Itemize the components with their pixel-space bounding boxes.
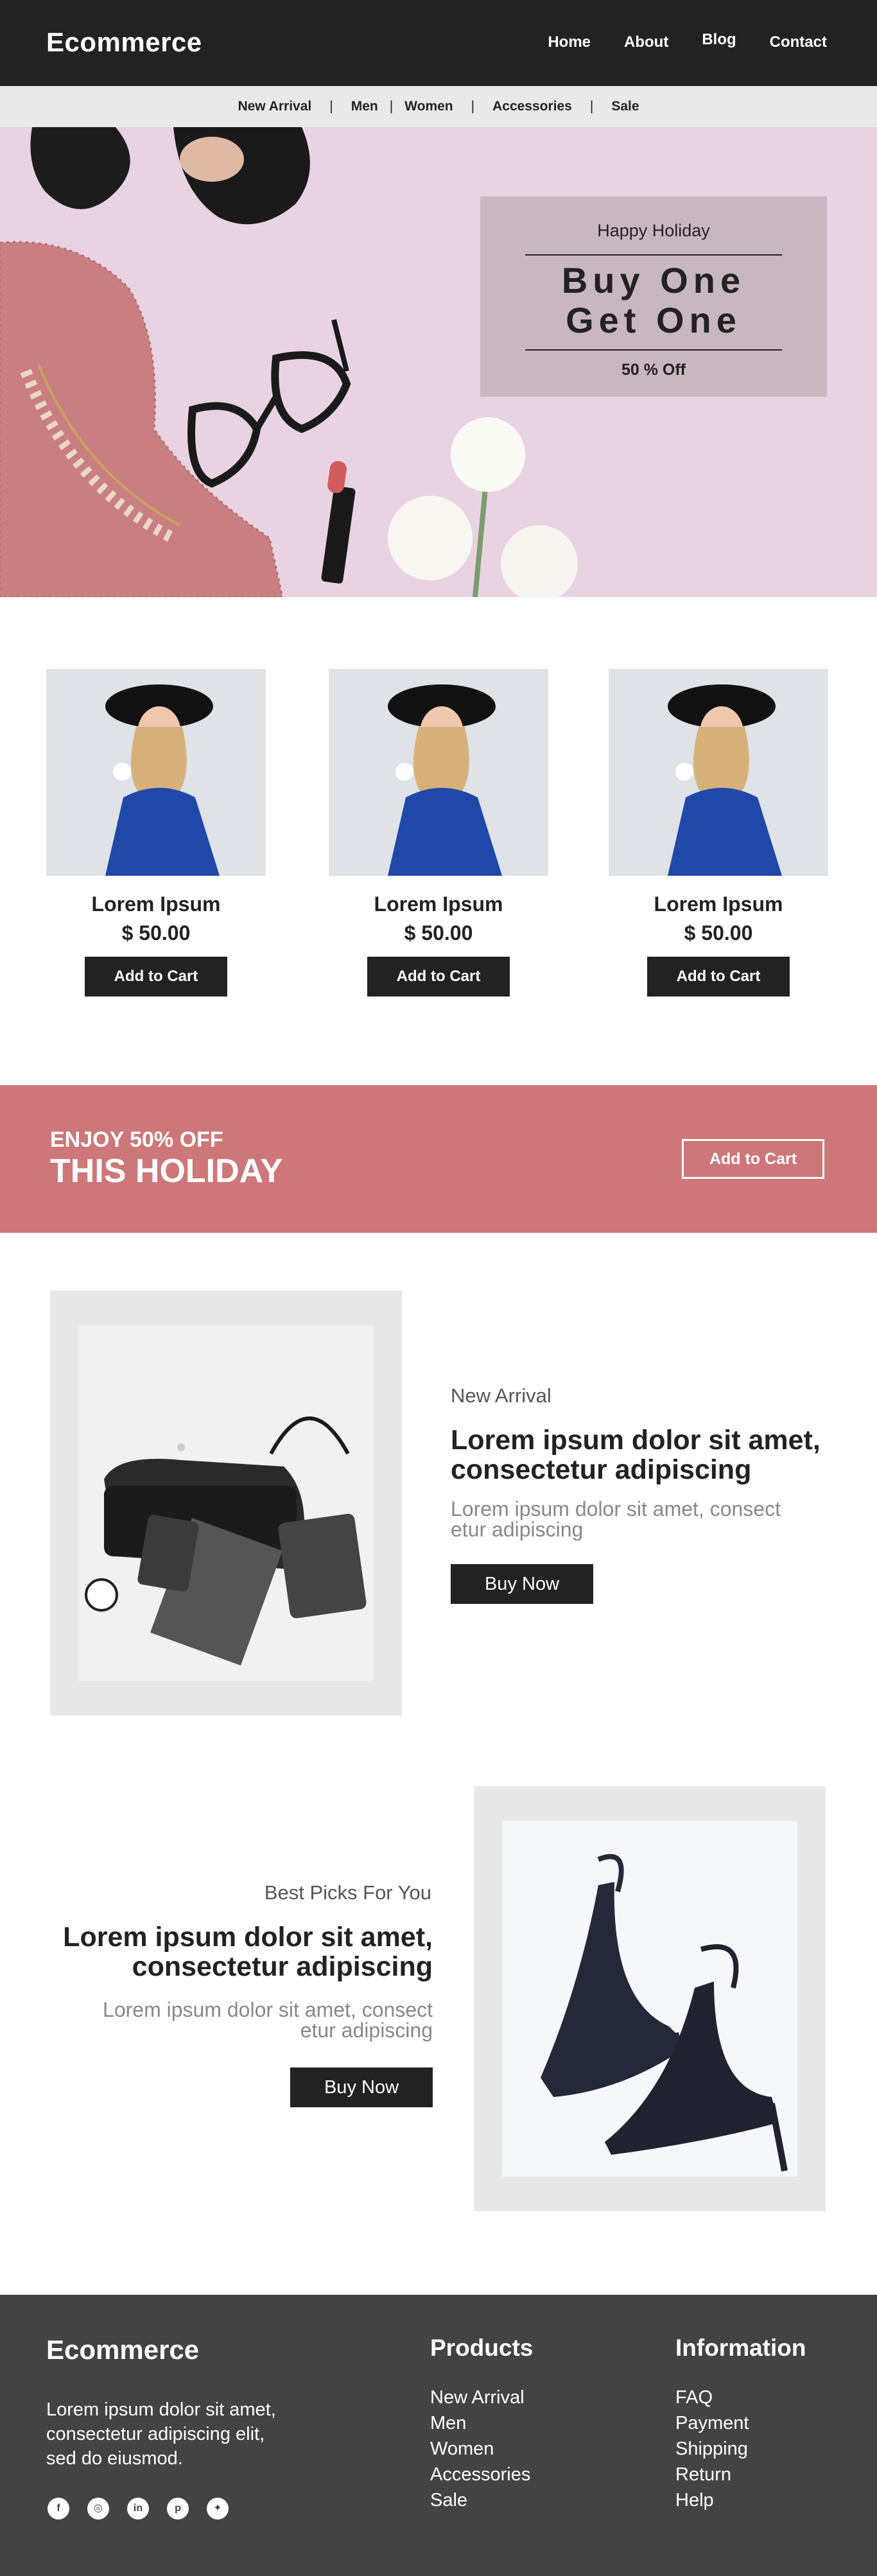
product-name: Lorem Ipsum bbox=[91, 892, 221, 916]
footer-products-column: Products New Arrival Men Women Accessori… bbox=[430, 2335, 533, 2513]
banner-add-to-cart-button[interactable]: Add to Cart bbox=[682, 1139, 824, 1179]
bag-image[interactable] bbox=[78, 1325, 374, 1681]
add-to-cart-button[interactable]: Add to Cart bbox=[647, 957, 790, 996]
pinterest-icon[interactable]: p bbox=[167, 2498, 189, 2519]
twitter-icon[interactable]: ✦ bbox=[207, 2498, 229, 2519]
holiday-promo-box: Happy Holiday Buy One Get One 50 % Off bbox=[480, 196, 827, 397]
category-separator: | bbox=[329, 99, 333, 114]
footer-link-new-arrival[interactable]: New Arrival bbox=[430, 2385, 533, 2410]
feature-description-line-1: Lorem ipsum dolor sit amet, consect bbox=[451, 1497, 781, 1520]
footer-link-accessories[interactable]: Accessories bbox=[430, 2462, 533, 2487]
feature-new-arrival: New Arrival Lorem ipsum dolor sit amet, … bbox=[0, 1291, 877, 1716]
main-nav: Home About Blog Contact bbox=[514, 31, 827, 51]
holiday-sale-banner: ENJOY 50% OFF THIS HOLIDAY Add to Cart bbox=[0, 1085, 877, 1233]
category-new-arrival[interactable]: New Arrival bbox=[238, 99, 311, 114]
instagram-icon[interactable]: ◎ bbox=[87, 2498, 109, 2519]
site-header: Ecommerce Home About Blog Contact bbox=[0, 0, 877, 86]
feature-description-line-2: etur adipiscing bbox=[300, 2019, 433, 2042]
category-separator: | bbox=[389, 99, 394, 114]
footer-products-title: Products bbox=[430, 2335, 534, 2361]
feature-image-frame bbox=[474, 1786, 826, 2211]
footer-information-column: Information FAQ Payment Shipping Return … bbox=[675, 2335, 806, 2513]
promo-headline: Buy One Get One bbox=[480, 261, 827, 340]
feature-eyebrow: Best Picks For You bbox=[264, 1881, 431, 1904]
footer-link-help[interactable]: Help bbox=[675, 2487, 806, 2513]
linkedin-icon[interactable]: in bbox=[127, 2498, 149, 2519]
heels-image[interactable] bbox=[502, 1821, 797, 2177]
promo-headline-line-2: Get One bbox=[566, 300, 742, 340]
product-grid: Lorem Ipsum $ 50.00 Add to Cart Lorem Ip… bbox=[0, 669, 877, 1003]
footer-link-return[interactable]: Return bbox=[675, 2462, 806, 2487]
nav-blog-link[interactable]: Blog bbox=[702, 31, 736, 49]
category-separator: | bbox=[471, 99, 475, 114]
feature-best-picks: Best Picks For You Lorem ipsum dolor sit… bbox=[0, 1786, 877, 2211]
product-price: $ 50.00 bbox=[404, 921, 473, 944]
product-card: Lorem Ipsum $ 50.00 Add to Cart bbox=[609, 669, 828, 996]
product-name: Lorem Ipsum bbox=[374, 892, 503, 916]
promo-discount: 50 % Off bbox=[621, 361, 686, 379]
promo-divider bbox=[525, 349, 782, 351]
feature-description: Lorem ipsum dolor sit amet, consect etur… bbox=[451, 1499, 781, 1540]
feature-description-line-1: Lorem ipsum dolor sit amet, consect bbox=[103, 1998, 433, 2021]
buy-now-button[interactable]: Buy Now bbox=[451, 1564, 593, 1604]
footer-link-payment[interactable]: Payment bbox=[675, 2410, 806, 2436]
feature-headline: Lorem ipsum dolor sit amet, consectetur … bbox=[63, 1922, 433, 1981]
feature-description: Lorem ipsum dolor sit amet, consect etur… bbox=[103, 1999, 433, 2041]
add-to-cart-button[interactable]: Add to Cart bbox=[85, 957, 227, 996]
footer-link-shipping[interactable]: Shipping bbox=[675, 2436, 806, 2462]
feature-headline-line-2: consectetur adipiscing bbox=[451, 1454, 752, 1485]
nav-contact-link[interactable]: Contact bbox=[770, 33, 827, 51]
footer-link-sale[interactable]: Sale bbox=[430, 2487, 533, 2513]
site-footer: Ecommerce Lorem ipsum dolor sit amet, co… bbox=[0, 2295, 877, 2576]
feature-eyebrow: New Arrival bbox=[451, 1384, 551, 1407]
category-sale[interactable]: Sale bbox=[611, 99, 639, 114]
footer-about-line: sed do eiusmod. bbox=[46, 2448, 183, 2469]
product-price: $ 50.00 bbox=[121, 921, 191, 944]
footer-logo[interactable]: Ecommerce bbox=[46, 2335, 199, 2365]
product-card: Lorem Ipsum $ 50.00 Add to Cart bbox=[46, 669, 266, 996]
promo-divider bbox=[525, 254, 782, 256]
product-image[interactable] bbox=[46, 669, 266, 876]
product-price: $ 50.00 bbox=[684, 921, 753, 944]
product-image[interactable] bbox=[609, 669, 828, 876]
nav-about-link[interactable]: About bbox=[624, 33, 668, 51]
nav-home-link[interactable]: Home bbox=[548, 33, 591, 51]
category-men[interactable]: Men bbox=[351, 99, 378, 114]
feature-image-frame bbox=[50, 1291, 402, 1716]
feature-description-line-2: etur adipiscing bbox=[451, 1518, 584, 1541]
feature-headline: Lorem ipsum dolor sit amet, consectetur … bbox=[451, 1425, 821, 1484]
site-logo[interactable]: Ecommerce bbox=[46, 27, 202, 58]
footer-link-faq[interactable]: FAQ bbox=[675, 2385, 806, 2410]
product-card: Lorem Ipsum $ 50.00 Add to Cart bbox=[329, 669, 548, 996]
facebook-icon[interactable]: f bbox=[48, 2498, 69, 2519]
footer-about-line: Lorem ipsum dolor sit amet, bbox=[46, 2399, 276, 2420]
category-nav: New Arrival | Men | Women | Accessories … bbox=[0, 86, 877, 127]
feature-headline-line-2: consectetur adipiscing bbox=[132, 1951, 433, 1982]
feature-headline-line-1: Lorem ipsum dolor sit amet, bbox=[63, 1922, 433, 1953]
product-name: Lorem Ipsum bbox=[654, 892, 783, 916]
banner-subheading: ENJOY 50% OFF bbox=[50, 1127, 223, 1152]
category-accessories[interactable]: Accessories bbox=[492, 99, 572, 114]
hero-banner: Happy Holiday Buy One Get One 50 % Off bbox=[0, 127, 877, 597]
buy-now-button[interactable]: Buy Now bbox=[290, 2067, 433, 2107]
footer-link-men[interactable]: Men bbox=[430, 2410, 533, 2436]
category-separator: | bbox=[589, 99, 594, 114]
promo-eyebrow: Happy Holiday bbox=[597, 221, 710, 240]
add-to-cart-button[interactable]: Add to Cart bbox=[367, 957, 510, 996]
social-links: f ◎ in p ✦ bbox=[48, 2498, 229, 2519]
footer-information-title: Information bbox=[675, 2335, 806, 2361]
footer-link-women[interactable]: Women bbox=[430, 2436, 533, 2462]
footer-about-text: Lorem ipsum dolor sit amet, consectetur … bbox=[46, 2398, 322, 2471]
category-women[interactable]: Women bbox=[404, 99, 453, 114]
footer-about-line: consectetur adipiscing elit, bbox=[46, 2424, 265, 2444]
promo-headline-line-1: Buy One bbox=[561, 260, 746, 300]
product-image[interactable] bbox=[329, 669, 548, 876]
banner-heading: THIS HOLIDAY bbox=[50, 1153, 283, 1190]
feature-headline-line-1: Lorem ipsum dolor sit amet, bbox=[451, 1425, 821, 1456]
